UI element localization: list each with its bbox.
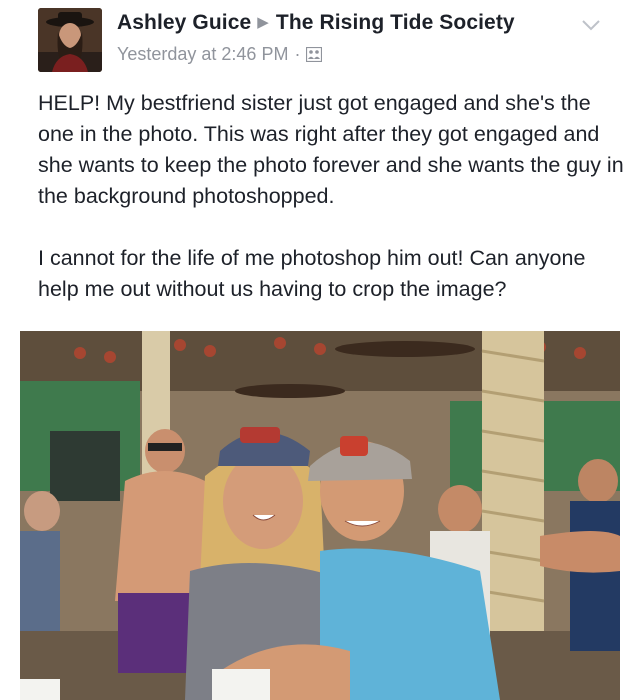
author-name[interactable]: Ashley Guice bbox=[117, 11, 251, 34]
author-avatar[interactable] bbox=[38, 8, 102, 72]
group-icon bbox=[306, 46, 323, 67]
post-title-line: Ashley Guice ▶ The Rising Tide Society bbox=[117, 11, 515, 35]
triangle-right-icon: ▶ bbox=[257, 14, 269, 31]
meta-separator: · bbox=[294, 44, 301, 64]
post-meta: Yesterday at 2:46 PM · bbox=[117, 44, 323, 67]
post-timestamp[interactable]: Yesterday at 2:46 PM bbox=[117, 44, 288, 64]
avatar-image bbox=[38, 8, 102, 72]
post-header: Ashley Guice ▶ The Rising Tide Society Yes… bbox=[0, 0, 641, 80]
engagement-photo bbox=[20, 331, 620, 700]
post-photo[interactable] bbox=[20, 331, 620, 700]
post-paragraph: I cannot for the life of me photoshop hi… bbox=[38, 246, 586, 301]
post-body: HELP! My bestfriend sister just got enga… bbox=[38, 88, 628, 305]
group-name[interactable]: The Rising Tide Society bbox=[276, 11, 515, 34]
post-paragraph: HELP! My bestfriend sister just got enga… bbox=[38, 91, 624, 208]
chevron-down-icon[interactable] bbox=[581, 18, 601, 36]
